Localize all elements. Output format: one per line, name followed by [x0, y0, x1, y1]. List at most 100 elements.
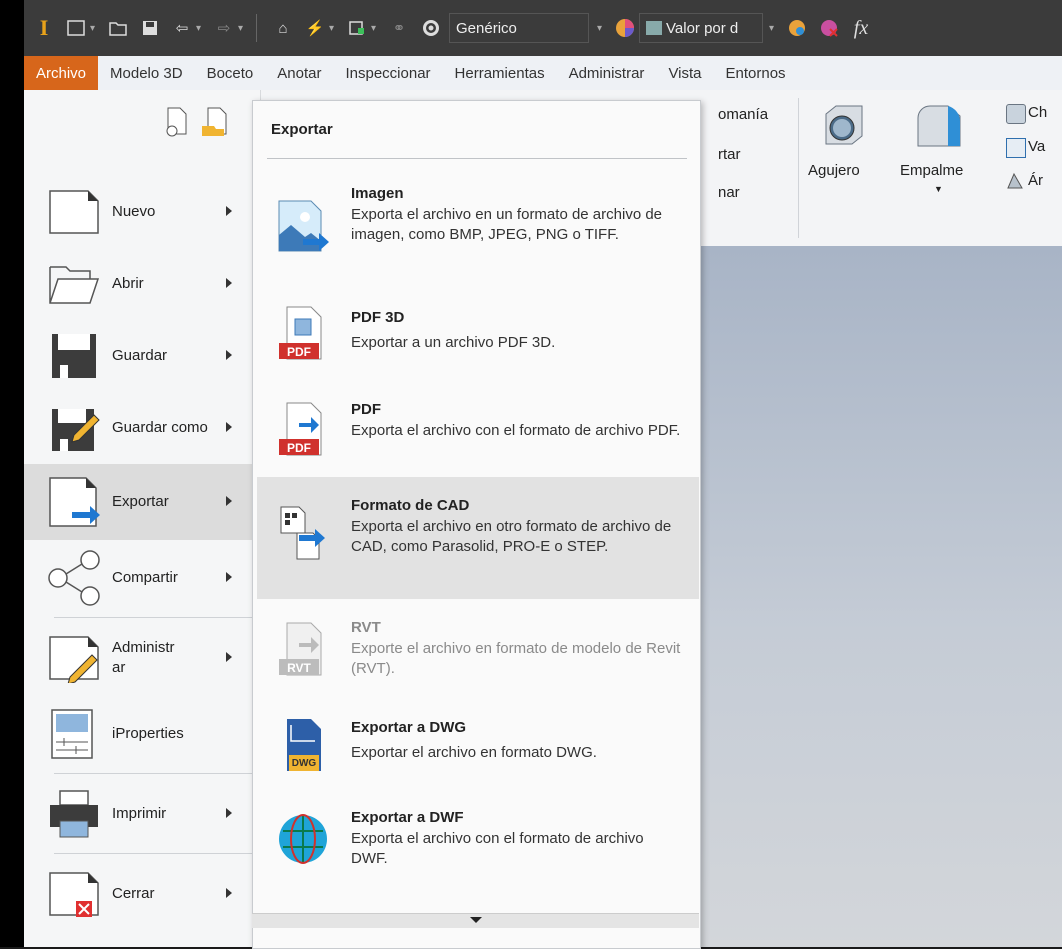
export-item-desc: Exporte el archivo en formato de modelo … [351, 640, 681, 677]
open-documents-icon[interactable] [200, 106, 230, 138]
ribbon-partial-label[interactable]: rtar [718, 146, 741, 163]
tab-vista[interactable]: Vista [656, 56, 713, 90]
image-icon [646, 21, 662, 35]
save-as-icon [46, 400, 102, 456]
menu-item-nuevo[interactable]: Nuevo [24, 174, 260, 250]
dwf-globe-icon [275, 811, 331, 867]
value-combo[interactable]: Valor por d [639, 13, 763, 43]
tab-boceto[interactable]: Boceto [195, 56, 266, 90]
image-export-icon [275, 199, 331, 255]
clear-appearance-icon[interactable] [817, 16, 841, 40]
chevron-down-icon[interactable]: ▼ [934, 184, 943, 194]
export-formato-cad[interactable]: Formato de CAD Exporta el archivo en otr… [257, 477, 699, 599]
chevron-down-icon[interactable]: ▾ [597, 23, 605, 34]
menu-item-label: Imprimir [112, 805, 167, 822]
chevron-down-icon[interactable]: ▾ [196, 23, 204, 34]
color-wheel-icon[interactable] [613, 16, 637, 40]
menu-item-label: Abrir [112, 275, 144, 292]
adjust-appearance-icon[interactable] [785, 16, 809, 40]
menu-divider [54, 773, 254, 774]
export-submenu: Exportar Imagen Exporta el archivo en un… [252, 100, 701, 949]
tab-anotar[interactable]: Anotar [265, 56, 333, 90]
tab-herramientas[interactable]: Herramientas [443, 56, 557, 90]
ribbon-tabs: Archivo Modelo 3D Boceto Anotar Inspecci… [24, 56, 1062, 91]
tab-modelo-3d[interactable]: Modelo 3D [98, 56, 195, 90]
share-icon [46, 550, 102, 606]
menu-item-guardar-como[interactable]: Guardar como [24, 390, 260, 466]
ribbon-partial-label[interactable]: nar [718, 184, 740, 201]
ribbon-right-label[interactable]: Ár [1028, 172, 1043, 189]
home-icon[interactable]: ⌂ [271, 16, 295, 40]
menu-item-imprimir[interactable]: Imprimir [24, 776, 260, 852]
hole-icon[interactable] [820, 102, 866, 148]
rvt-label: RVT [287, 661, 311, 675]
draft-icon[interactable] [1006, 172, 1024, 190]
ribbon-right-label[interactable]: Va [1028, 138, 1045, 155]
recent-documents-icon[interactable] [164, 106, 190, 138]
export-item-title: Exportar a DWF [351, 809, 464, 826]
shell-icon[interactable] [1006, 138, 1026, 158]
undo-icon[interactable]: ⇦ [170, 16, 194, 40]
export-submenu-title: Exportar [271, 121, 333, 138]
dwg-icon: DWG [275, 717, 331, 773]
export-item-title: RVT [351, 619, 381, 636]
menu-item-administrar[interactable]: Administrar [24, 620, 260, 696]
menu-item-abrir[interactable]: Abrir [24, 246, 260, 322]
fx-icon[interactable]: fx [849, 16, 873, 40]
chevron-down-icon[interactable]: ▾ [90, 23, 98, 34]
application-menu: Nuevo Abrir Guardar Guardar como Exporta… [24, 90, 261, 947]
export-imagen[interactable]: Imagen Exporta el archivo en un formato … [257, 171, 699, 289]
update-icon[interactable]: ⚡ [303, 16, 327, 40]
chevron-down-icon[interactable]: ▾ [769, 23, 777, 34]
menu-item-guardar[interactable]: Guardar [24, 318, 260, 394]
fillet-icon[interactable] [914, 102, 964, 152]
save-icon[interactable] [138, 16, 162, 40]
submenu-arrow-icon [226, 422, 232, 432]
iproperties-icon [46, 706, 102, 762]
export-item-desc: Exporta el archivo en otro formato de ar… [351, 518, 672, 555]
tab-administrar[interactable]: Administrar [557, 56, 657, 90]
menu-item-iproperties[interactable]: iProperties [24, 696, 260, 772]
chevron-down-icon[interactable]: ▾ [371, 23, 379, 34]
menu-item-label: Administrar [112, 639, 175, 676]
export-item-desc: Exporta el archivo con el formato de arc… [351, 422, 681, 439]
value-combo-text: Valor por d [666, 19, 739, 37]
new-icon[interactable] [64, 16, 88, 40]
menu-item-label: Guardar como [112, 419, 208, 436]
menu-item-label: iProperties [112, 725, 184, 742]
chamfer-icon[interactable] [1006, 104, 1026, 124]
tab-inspeccionar[interactable]: Inspeccionar [333, 56, 442, 90]
chevron-down-icon[interactable]: ▾ [238, 23, 246, 34]
menu-item-label: Guardar [112, 347, 168, 364]
export-item-title: Formato de CAD [351, 497, 470, 514]
quick-access-toolbar: I ▾ ⇦ ▾ ⇨ ▾ ⌂ ⚡ ▾ ▾ ⚭ Genérico ▾ Valor p… [24, 0, 1062, 56]
submenu-scroll-down[interactable] [252, 913, 699, 928]
appearance-combo[interactable]: Genérico [449, 13, 589, 43]
menu-item-label: Exportar [112, 493, 169, 510]
tab-archivo[interactable]: Archivo [24, 56, 99, 90]
tab-entornos[interactable]: Entornos [714, 56, 798, 90]
export-icon [46, 474, 102, 530]
save-floppy-icon [46, 328, 102, 384]
export-dwf[interactable]: Exportar a DWF Exporta el archivo con el… [257, 797, 699, 915]
select-icon[interactable] [345, 16, 369, 40]
fillet-button-label[interactable]: Empalme [900, 162, 963, 179]
redo-icon[interactable]: ⇨ [212, 16, 236, 40]
menu-item-exportar[interactable]: Exportar [24, 464, 260, 540]
pdf-3d-icon: PDF [275, 305, 331, 361]
window-left-edge [0, 0, 24, 947]
ribbon-divider [798, 98, 799, 238]
ribbon-partial-label[interactable]: omanía [718, 106, 768, 123]
ribbon-right-label[interactable]: Ch [1028, 104, 1047, 121]
open-icon[interactable] [106, 16, 130, 40]
pdf-label: PDF [287, 345, 311, 359]
measure-icon[interactable]: ⚭ [387, 16, 411, 40]
hole-button-label[interactable]: Agujero [808, 162, 860, 179]
menu-item-compartir[interactable]: Compartir [24, 540, 260, 616]
material-icon[interactable] [419, 16, 443, 40]
app-logo-icon[interactable]: I [32, 15, 56, 40]
chevron-down-icon[interactable]: ▾ [329, 23, 337, 34]
menu-item-cerrar[interactable]: Cerrar [24, 856, 260, 932]
export-item-desc: Exportar el archivo en formato DWG. [351, 744, 597, 761]
cad-format-icon [275, 505, 331, 561]
